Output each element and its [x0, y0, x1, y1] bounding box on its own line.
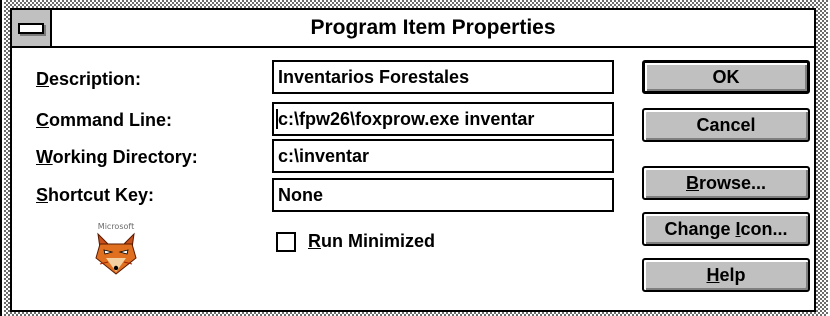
system-menu-button[interactable]: [12, 10, 52, 46]
working-directory-label-text: orking Directory:: [52, 147, 198, 167]
run-minimized-label-text: un Minimized: [321, 231, 435, 251]
shortcut-key-label: Shortcut Key:: [36, 184, 154, 206]
system-menu-icon: [18, 22, 44, 34]
change-icon-button[interactable]: Change Icon...: [642, 212, 810, 246]
browse-label: rowse...: [698, 172, 767, 193]
description-field[interactable]: Inventarios Forestales: [272, 60, 614, 94]
cancel-button[interactable]: Cancel: [642, 108, 810, 142]
shortcut-key-label-text: hortcut Key:: [48, 185, 155, 205]
run-minimized-label-hotkey: R: [308, 231, 321, 251]
ok-button[interactable]: OK: [642, 60, 810, 94]
program-item-properties-dialog: Program Item Properties Description: Com…: [0, 0, 828, 316]
title-bar[interactable]: Program Item Properties: [10, 8, 816, 48]
command-line-label-hotkey: C: [36, 110, 49, 130]
working-directory-label-hotkey: W: [36, 147, 53, 167]
description-label: Description:: [36, 68, 141, 90]
help-label: elp: [719, 264, 746, 285]
help-hotkey: H: [706, 264, 720, 285]
working-directory-label: Working Directory:: [36, 146, 198, 168]
command-line-label-text: ommand Line:: [49, 110, 173, 130]
dialog-client-area: Description: Command Line: Working Direc…: [10, 48, 816, 312]
command-line-label: Command Line:: [36, 109, 172, 131]
run-minimized-checkbox[interactable]: [276, 232, 296, 252]
description-label-text: escription:: [49, 69, 142, 89]
window-title: Program Item Properties: [310, 16, 556, 39]
command-line-field[interactable]: c:\fpw26\foxprow.exe inventar: [272, 102, 614, 136]
browse-button[interactable]: Browse...: [642, 166, 810, 200]
help-button[interactable]: Help: [642, 258, 810, 292]
icon-caption: Microsoft: [98, 222, 134, 231]
working-directory-field[interactable]: c:\inventar: [272, 139, 614, 173]
shortcut-key-field[interactable]: None: [272, 178, 614, 212]
change-icon-label: con...: [740, 218, 788, 239]
shortcut-key-label-hotkey: S: [36, 185, 49, 205]
foxpro-fox-icon: Microsoft: [90, 220, 142, 278]
run-minimized-label[interactable]: Run Minimized: [308, 231, 435, 252]
description-label-hotkey: D: [36, 69, 49, 89]
change-icon-label-pre: Change: [664, 218, 736, 239]
browse-hotkey: B: [685, 172, 699, 193]
command-line-value: c:\fpw26\foxprow.exe inventar: [278, 109, 535, 129]
